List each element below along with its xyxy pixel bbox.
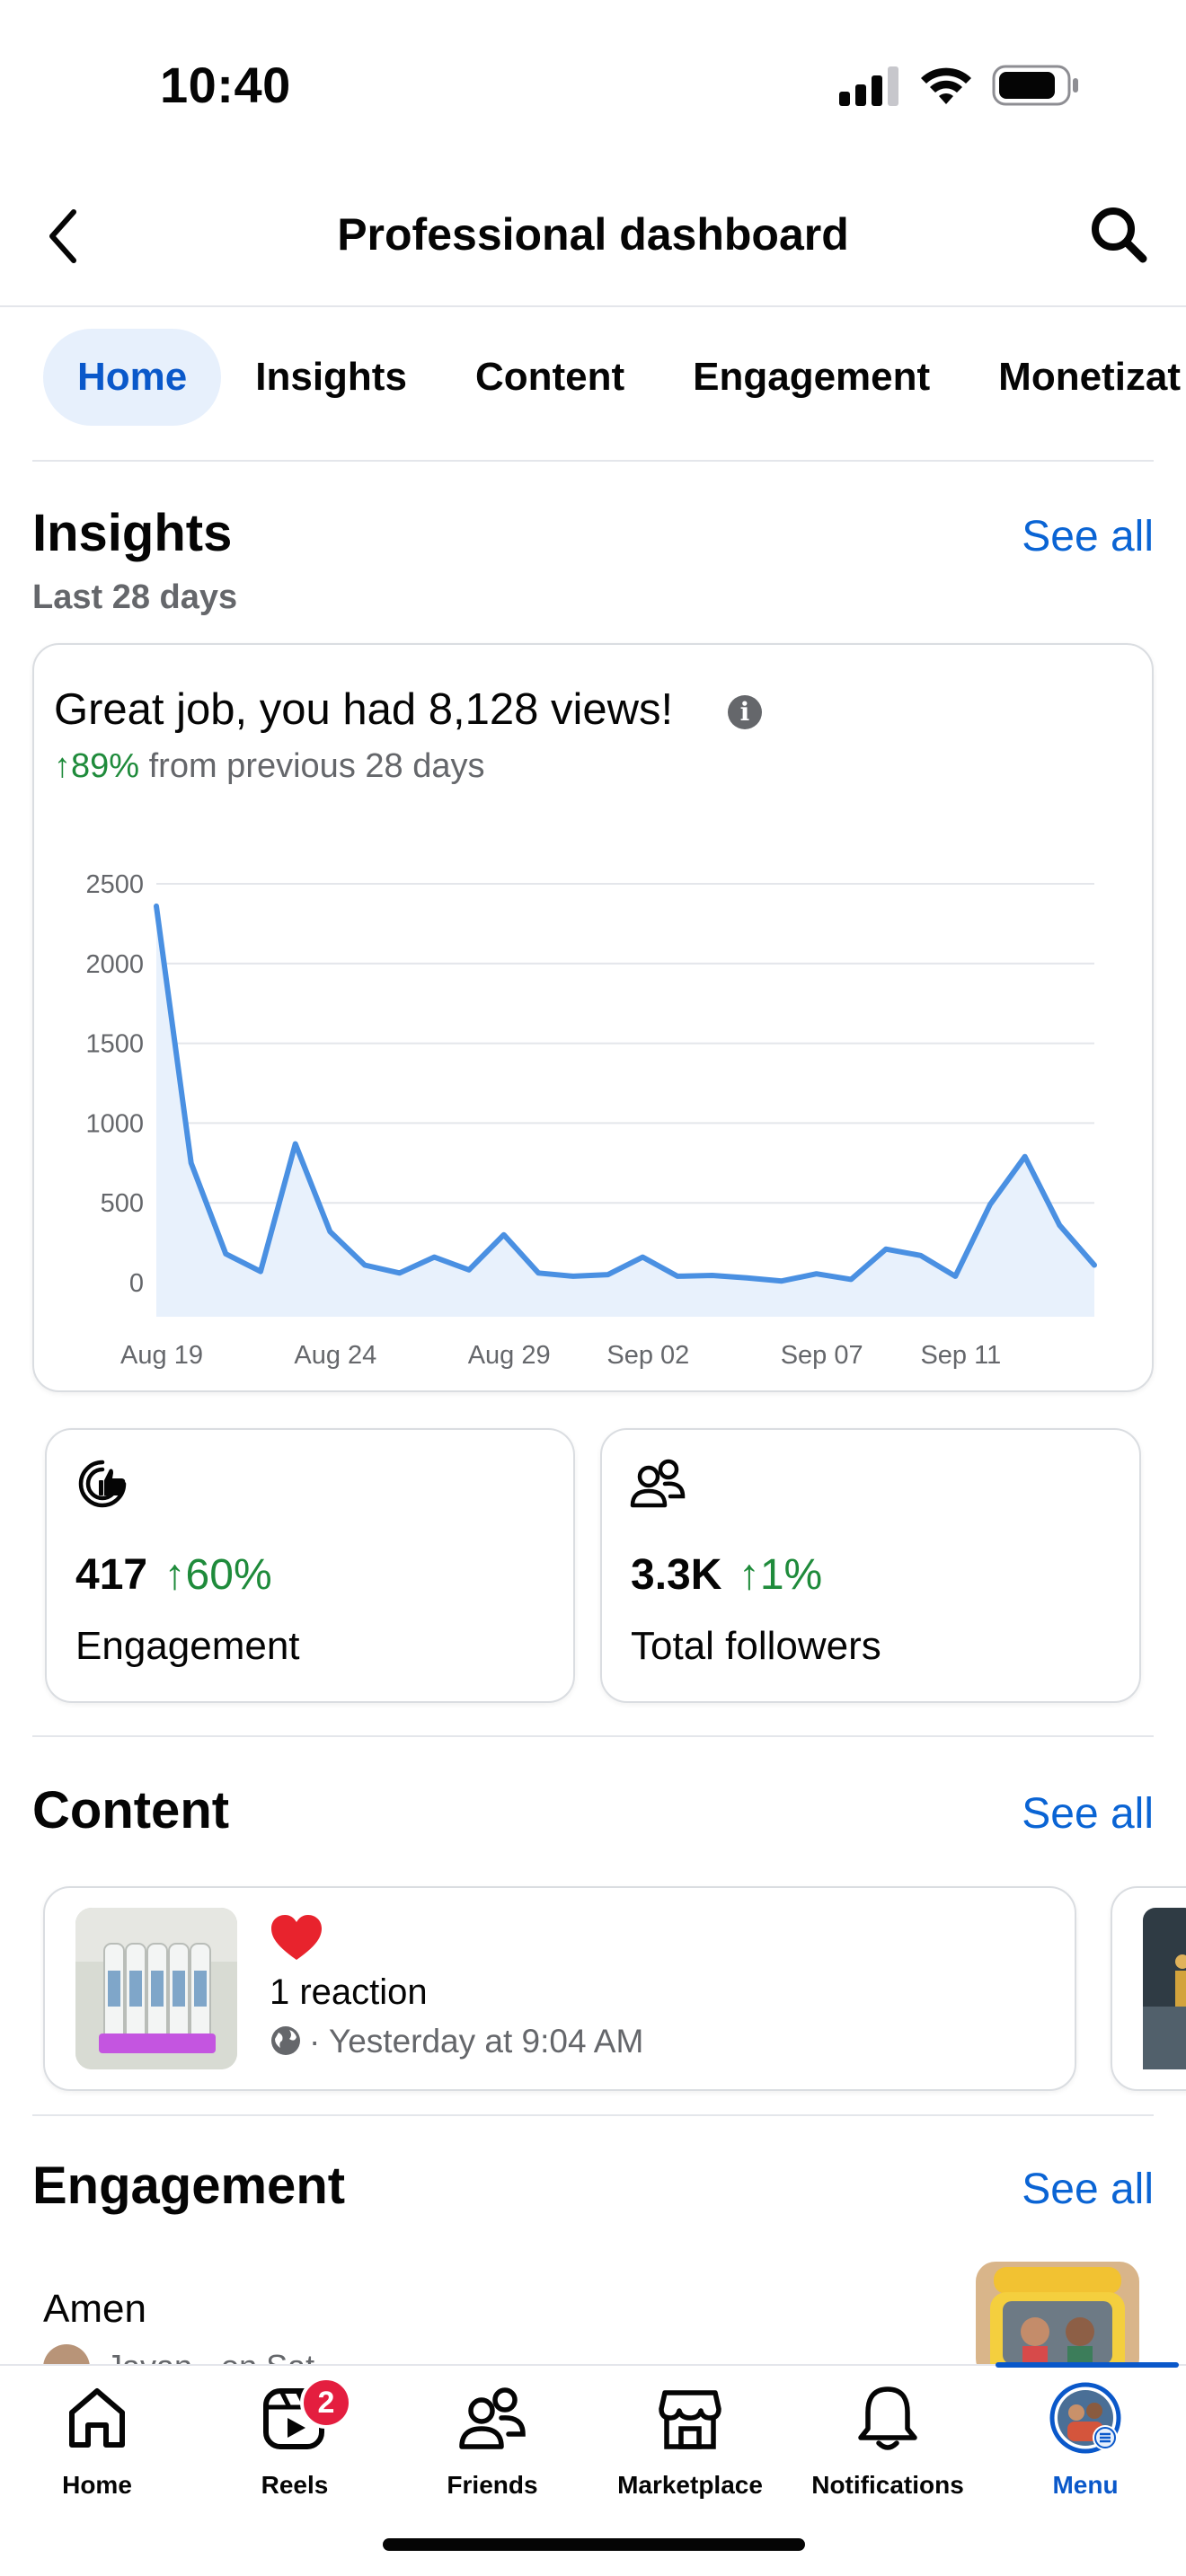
cellular-signal-icon [839,66,898,106]
chart-x-tick-label: Aug 19 [120,1341,203,1370]
content-heading: Content [32,1781,230,1839]
reels-badge: 2 [300,2377,352,2429]
home-indicator[interactable] [383,2538,805,2551]
engagement-label: Engagement [75,1624,300,1668]
chart-x-tick-label: Sep 11 [920,1341,1001,1370]
active-nav-indicator [996,2362,1179,2368]
tab-home[interactable]: Home [43,329,222,426]
tab-content[interactable]: Content [441,329,659,426]
engagement-item-thumbnail [976,2262,1139,2378]
post-meta: · Yesterday at 9:04 AM [309,2023,644,2060]
nav-menu[interactable]: Menu [996,2382,1175,2500]
avatar-menu-icon [1049,2382,1121,2454]
views-headline: Great job, you had 8,128 views! [54,685,674,734]
insights-see-all-link[interactable]: See all [1022,512,1154,561]
engagement-change: ↑60% [164,1551,272,1599]
nav-home-label: Home [62,2471,132,2499]
friends-icon [459,2387,526,2449]
growth-text: from previous 28 days [148,747,485,785]
chart-x-tick-label: Sep 07 [781,1341,863,1370]
followers-label: Total followers [631,1624,881,1668]
chart-y-tick-label: 1000 [85,1109,144,1138]
chart-y-tick-label: 0 [129,1269,144,1298]
chart-x-tick-label: Aug 29 [468,1341,551,1370]
nav-menu-label: Menu [1052,2471,1119,2499]
chart-area-fill [156,905,1094,1317]
engagement-count: 417 [75,1551,148,1599]
nav-reels-label: Reels [261,2471,329,2499]
content-post-card-2[interactable] [1111,1886,1186,2091]
insights-period: Last 28 days [32,578,238,616]
followers-change: ↑1% [738,1551,823,1599]
nav-friends[interactable]: Friends [403,2382,582,2500]
insights-heading: Insights [32,504,233,562]
post-thumbnail-2 [1143,1908,1186,2069]
battery-icon [992,65,1078,106]
search-icon[interactable] [1087,203,1150,266]
followers-icon [630,1459,686,1508]
views-growth: ↑89% from previous 28 days [54,747,484,786]
nav-notifications-label: Notifications [811,2471,964,2499]
nav-notifications[interactable]: Notifications [798,2382,978,2500]
engagement-stat-values: 417 ↑60% [75,1550,272,1600]
nav-reels[interactable]: Reels [205,2382,385,2500]
home-icon [69,2388,125,2448]
wifi-icon [921,67,971,104]
post-reactions: 1 reaction [270,1972,428,2012]
status-time: 10:40 [160,57,291,113]
globe-icon [271,2026,300,2055]
nav-home[interactable]: Home [7,2382,187,2500]
chart-x-tick-label: Sep 02 [606,1341,689,1370]
tab-bar: Home Insights Content Engagement Monetiz… [43,329,1186,426]
post-thumbnail [75,1908,237,2069]
section-divider [32,1735,1154,1737]
tab-engagement[interactable]: Engagement [659,329,964,426]
engagement-item-name[interactable]: Amen [43,2287,146,2332]
like-engagement-icon [78,1460,127,1508]
views-line-chart: 2500 2000 1500 1000 500 0 Aug 19 Aug 24 Aug 29 Se… [85,870,1097,1370]
header-divider [0,305,1186,307]
followers-count: 3.3K [631,1551,722,1599]
tab-insights[interactable]: Insights [221,329,441,426]
nav-friends-label: Friends [447,2471,538,2499]
tabs-divider [32,460,1154,462]
growth-percent: ↑89% [54,747,140,785]
nav-marketplace[interactable]: Marketplace [600,2382,780,2500]
bell-icon [858,2386,917,2450]
engagement-see-all-link[interactable]: See all [1022,2165,1154,2214]
chart-y-tick-label: 1500 [85,1030,144,1059]
marketplace-icon [659,2390,721,2449]
tab-monetization[interactable]: Monetizat [964,329,1186,426]
engagement-heading: Engagement [32,2157,346,2215]
info-icon[interactable]: i [728,695,762,729]
content-see-all-link[interactable]: See all [1022,1789,1154,1839]
chart-y-tick-label: 500 [101,1189,144,1218]
followers-stat-values: 3.3K ↑1% [631,1550,822,1600]
section-divider-2 [32,2114,1154,2116]
page-title: Professional dashboard [337,209,849,260]
chart-y-tick-label: 2500 [85,870,144,899]
nav-marketplace-label: Marketplace [617,2471,763,2499]
chart-x-tick-label: Aug 24 [294,1341,376,1370]
chart-y-tick-label: 2000 [85,950,144,979]
heart-icon [271,1915,322,1960]
